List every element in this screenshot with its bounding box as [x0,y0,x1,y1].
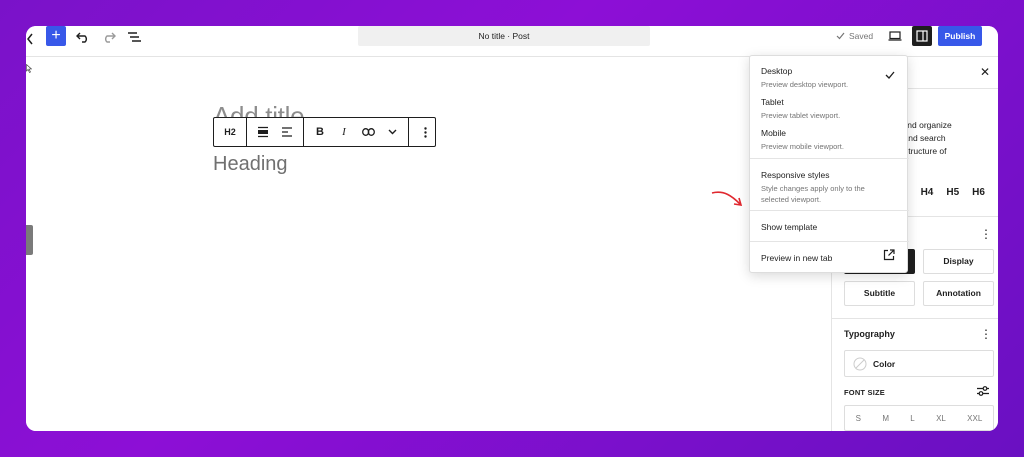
checkmark-icon [836,32,845,40]
back-chevron-icon[interactable] [26,31,36,51]
plus-icon: + [51,27,61,44]
menu-separator [750,241,909,242]
alignment-group [247,118,304,146]
italic-button[interactable]: I [332,118,356,146]
top-toolbar: + No title · Post Saved Publish [26,26,998,57]
no-color-swatch-icon [853,357,867,370]
align-wide-icon [258,126,268,138]
block-options-button[interactable] [413,118,437,146]
external-link-icon [883,249,895,261]
heading-level-h5[interactable]: H5 [946,187,959,198]
custom-size-settings-icon[interactable] [976,385,990,397]
format-group: B I [304,118,409,146]
font-size-picker: S M L XL XXL [844,405,994,431]
font-size-xl[interactable]: XL [936,414,946,423]
close-icon: ✕ [979,65,991,79]
bold-icon: B [316,126,324,138]
heading-level-h6[interactable]: H6 [972,187,985,198]
heading-block[interactable]: Heading [213,153,288,176]
font-size-s[interactable]: S [856,414,861,423]
heading-level-button[interactable]: H2 [218,118,242,146]
device-preview-button[interactable] [887,28,903,44]
saved-label: Saved [849,31,874,41]
menu-item-responsive-styles[interactable]: Responsive styles Style changes apply on… [761,170,871,205]
link-icon [361,128,375,136]
style-display-button[interactable]: Display [923,249,994,274]
typography-options-button[interactable]: ⋮ [980,328,992,340]
font-size-l[interactable]: L [910,414,914,423]
redo-icon[interactable] [100,28,118,46]
desktop-icon [888,31,902,41]
editor-window: + No title · Post Saved Publish Add titl… [26,26,998,431]
settings-toggle-button[interactable] [912,26,932,46]
bold-button[interactable]: B [308,118,332,146]
document-title: No title · Post [478,31,530,41]
color-button[interactable]: Color [844,350,994,377]
preview-dropdown-menu: Desktop Preview desktop viewport. Tablet… [749,55,909,273]
block-toolbar: H2 B I [213,117,436,147]
saved-status: Saved [836,28,873,44]
font-size-xxl[interactable]: XXL [967,414,982,423]
menu-separator [750,158,909,159]
document-overview-icon[interactable] [125,28,143,46]
more-formats-button[interactable] [380,118,404,146]
publish-button[interactable]: Publish [938,26,982,46]
menu-item-desktop[interactable]: Desktop Preview desktop viewport. [761,66,901,90]
resize-handle[interactable] [26,225,33,255]
align-left-icon [282,127,292,137]
undo-icon[interactable] [74,28,92,46]
heading-level-selector: 3 H4 H5 H6 [902,187,985,198]
block-type-group: H2 [214,118,247,146]
close-sidebar-button[interactable]: ✕ [978,65,992,79]
mouse-cursor-icon [26,64,32,73]
text-align-button[interactable] [275,118,299,146]
options-group [409,118,441,146]
menu-separator [750,210,909,211]
style-subtitle-button[interactable]: Subtitle [844,281,915,306]
annotation-arrow-icon [711,191,743,206]
menu-item-mobile[interactable]: Mobile Preview mobile viewport. [761,128,901,152]
editor-canvas[interactable]: Add title H2 B I Heading [26,57,831,431]
heading-level-h4[interactable]: H4 [921,187,934,198]
typography-title: Typography [844,329,895,339]
italic-icon: I [342,126,346,138]
chevron-down-icon [388,129,396,135]
menu-item-show-template[interactable]: Show template [761,222,901,232]
document-title-bar[interactable]: No title · Post [358,26,650,46]
menu-item-preview-new-tab[interactable]: Preview in new tab [761,253,901,263]
color-label: Color [873,358,896,369]
link-button[interactable] [356,118,380,146]
font-size-label: FONT SIZE [844,388,885,397]
block-align-button[interactable] [251,118,275,146]
style-annotation-button[interactable]: Annotation [923,281,994,306]
styles-options-button[interactable]: ⋮ [980,228,992,240]
section-divider [832,318,998,319]
add-block-button[interactable]: + [46,26,66,46]
menu-item-tablet[interactable]: Tablet Preview tablet viewport. [761,97,901,121]
checkmark-icon [885,71,895,79]
sidebar-icon [916,30,928,42]
font-size-m[interactable]: M [882,414,889,423]
more-vertical-icon [423,126,427,138]
